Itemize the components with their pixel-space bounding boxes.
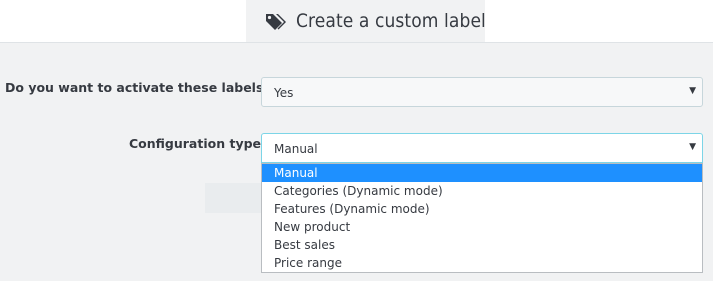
tags-icon: [266, 14, 286, 30]
caret-down-icon: ▼: [689, 142, 696, 152]
option-manual[interactable]: Manual: [262, 164, 702, 182]
configuration-type-dropdown[interactable]: Manual Categories (Dynamic mode) Feature…: [261, 163, 703, 273]
activate-labels-select[interactable]: Yes ▼: [261, 77, 703, 107]
header-band: Create a custom label: [0, 0, 713, 42]
option-price-range[interactable]: Price range: [262, 254, 702, 272]
activate-labels-value: Yes: [274, 86, 294, 100]
option-best-sales[interactable]: Best sales: [262, 236, 702, 254]
caret-down-icon: ▼: [689, 86, 696, 96]
hidden-button: [205, 183, 261, 213]
page-title: Create a custom label: [296, 10, 486, 32]
configuration-type-select[interactable]: Manual ▼: [261, 133, 703, 163]
activate-labels-label: Do you want to activate these labels ?: [5, 80, 276, 95]
configuration-type-value: Manual: [274, 142, 318, 156]
option-categories[interactable]: Categories (Dynamic mode): [262, 182, 702, 200]
option-new-product[interactable]: New product: [262, 218, 702, 236]
title-tab: Create a custom label: [246, 0, 486, 42]
configuration-type-label: Configuration type: [129, 136, 262, 151]
option-features[interactable]: Features (Dynamic mode): [262, 200, 702, 218]
